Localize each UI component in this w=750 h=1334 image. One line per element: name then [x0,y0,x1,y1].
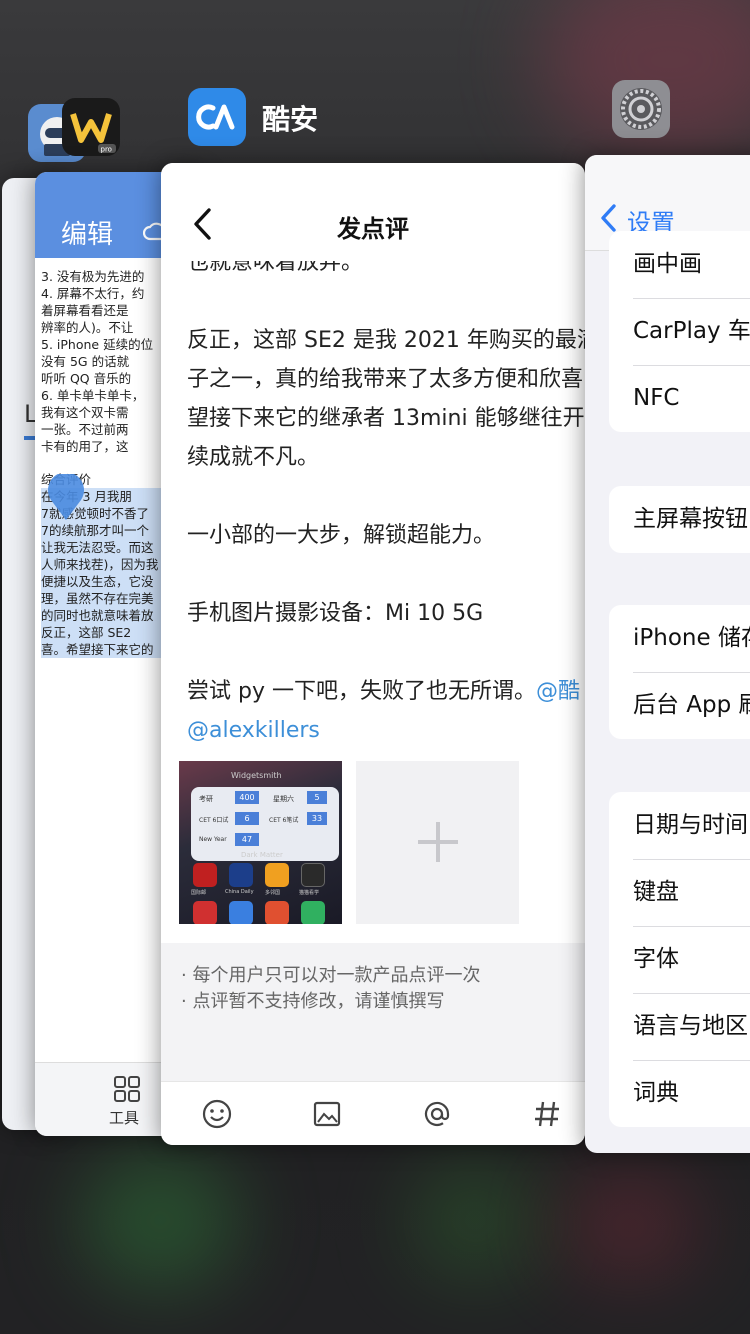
thumb-app-icon [265,901,289,924]
settings-gear-icon [612,80,670,138]
app-header-settings[interactable] [612,80,670,138]
plus-icon [436,822,440,862]
back-chevron-icon[interactable] [599,203,617,233]
thumb-value: 400 [235,791,259,804]
coolapk-app-icon [188,88,246,146]
review-line: 反正，这部 SE2 是我 2021 年购买的最满意 [187,328,585,353]
settings-group: 画中画 CarPlay 车载 NFC [609,231,750,432]
settings-item[interactable]: 画中画 [609,231,750,298]
nav-bar: 发点评 [161,163,585,261]
app-card-coolapk[interactable]: 也就意味着放弃。 反正，这部 SE2 是我 2021 年购买的最满意 子之一，真… [161,163,585,1145]
image-icon[interactable] [311,1098,343,1130]
settings-item[interactable]: 后台 App 刷新 [609,672,750,739]
thumb-app-name: 国际邮 [191,890,207,896]
review-line: 望接下来它的继承者 13mini 能够继往开来 [187,406,585,431]
mention-link[interactable]: @alexkillers [187,718,320,743]
thumb-app-icon [301,901,325,924]
app-card-settings[interactable]: 设置 画中画 CarPlay 车载 NFC 主屏幕按钮 iPhone 储存空间 … [585,155,750,1153]
thumb-app-icon [229,901,253,924]
settings-group: 日期与时间 键盘 字体 语言与地区 词典 [609,792,750,1127]
review-line [187,633,585,672]
thumb-value: 5 [307,791,327,804]
tools-grid-icon[interactable] [113,1075,141,1103]
attached-image-thumbnail[interactable]: Widgetsmith 考研 400 星期六 5 CET 6口试 6 CET 6… [179,761,342,924]
coolapk-app-name: 酷安 [262,103,319,136]
add-image-button[interactable] [356,761,519,924]
app-header-coolapk[interactable]: 酷安 [188,88,368,146]
thumb-footer: Dark Matter [241,851,283,859]
tools-label[interactable]: 工具 [109,1107,139,1128]
settings-item[interactable]: 日期与时间 [609,792,750,859]
review-line [187,477,585,516]
svg-text:pro: pro [101,146,112,154]
thumb-label: CET 6笔试 [269,817,299,824]
thumb-app-name: China Daily [225,889,254,895]
thumb-value: 6 [235,812,259,825]
wps-app-icon: pro [62,98,120,156]
review-line [187,555,585,594]
settings-item[interactable]: 语言与地区 [609,993,750,1060]
review-line-text: 尝试 py 一下吧，失败了也无所谓。 [187,679,536,704]
settings-item[interactable]: NFC [609,365,750,432]
app-header-wps[interactable]: pro [62,98,120,156]
widget-card: 考研 400 星期六 5 CET 6口试 6 CET 6笔试 33 New Ye… [191,787,339,861]
selection-handle-icon[interactable] [47,474,85,520]
mention-link[interactable]: @酷 [536,679,580,704]
thumb-value: 33 [307,812,327,825]
settings-item[interactable]: CarPlay 车载 [609,298,750,365]
settings-item[interactable]: 字体 [609,926,750,993]
settings-group: iPhone 储存空间 后台 App 刷新 [609,605,750,739]
review-text-area[interactable]: 也就意味着放弃。 反正，这部 SE2 是我 2021 年购买的最满意 子之一，真… [161,261,585,841]
note-line: · 每个用户只可以对一款产品点评一次 [181,965,481,986]
settings-item[interactable]: 词典 [609,1060,750,1127]
review-line: 尝试 py 一下吧，失败了也无所谓。@酷 [187,672,585,711]
thumb-app-name: 猫猫看学 [299,890,320,896]
thumb-app-name: 多邻国 [265,890,281,896]
settings-item[interactable]: iPhone 储存空间 [609,605,750,672]
thumb-app-icon [229,863,253,887]
review-content: 也就意味着放弃。 反正，这部 SE2 是我 2021 年购买的最满意 子之一，真… [187,261,585,750]
review-line [187,282,585,321]
settings-item[interactable]: 主屏幕按钮 [609,486,750,553]
review-line: 子之一，真的给我带来了太多方便和欣喜 [187,367,584,392]
thumb-app-icon [193,863,217,887]
settings-item[interactable]: 键盘 [609,859,750,926]
review-line: 续成就不凡。 [187,445,320,470]
page-title: 发点评 [337,215,409,243]
review-line: 一小部的一大步，解锁超能力。 [187,523,496,548]
thumb-label: 星期六 [273,795,294,803]
review-notes: · 每个用户只可以对一款产品点评一次 · 点评暂不支持修改，请谨慎撰写 [161,943,585,1081]
mention-icon[interactable] [421,1098,453,1130]
review-line: @alexkillers [187,711,585,750]
thumb-value: 47 [235,833,259,846]
thumb-label: 考研 [199,795,213,803]
compose-toolbar [161,1081,585,1145]
thumb-app-icon [301,863,325,887]
thumb-header: Widgetsmith [231,771,282,780]
review-line: 手机图片摄影设备：Mi 10 5G [187,601,484,626]
thumb-app-icon [265,863,289,887]
thumb-label: CET 6口试 [199,817,229,824]
note-line: · 点评暂不支持修改，请谨慎撰写 [181,991,445,1012]
hashtag-icon[interactable] [531,1098,563,1130]
review-line: 也就意味着放弃。 [187,261,364,275]
thumb-label: New Year [199,836,227,843]
wps-edit-label[interactable]: 编辑 [61,214,113,251]
settings-group: 主屏幕按钮 [609,486,750,553]
emoji-icon[interactable] [201,1098,233,1130]
thumb-app-icon [193,901,217,924]
